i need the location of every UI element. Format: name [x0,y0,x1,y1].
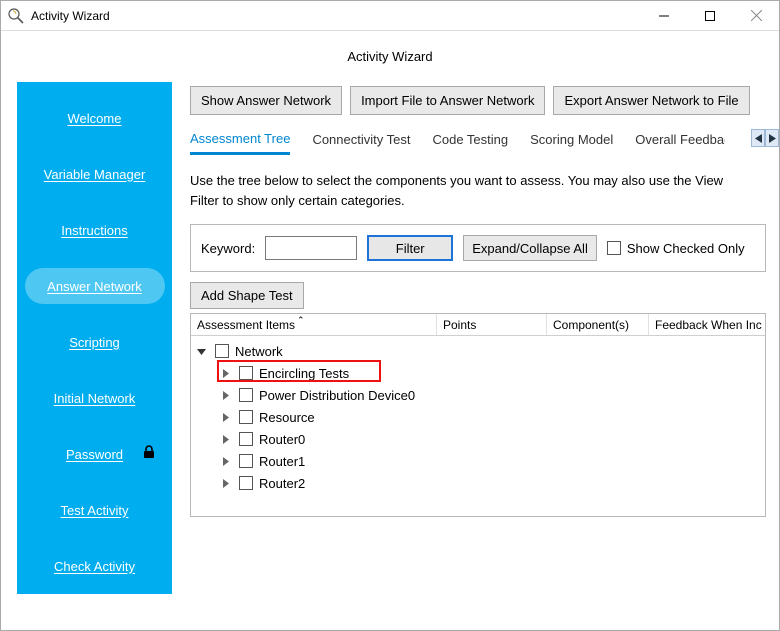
app-icon [7,7,25,25]
maximize-button[interactable] [687,1,733,31]
assessment-tree-grid: Assessment Items ⌃ Points Component(s) F… [190,313,766,517]
sidebar-item-welcome[interactable]: Welcome [25,100,165,136]
tree-node-network[interactable]: Network [197,340,765,362]
chevron-right-icon[interactable] [221,457,233,466]
keyword-label: Keyword: [201,241,255,256]
expand-collapse-button[interactable]: Expand/Collapse All [463,235,597,261]
node-checkbox[interactable] [239,432,253,446]
window-title: Activity Wizard [31,9,641,23]
sidebar: Welcome Variable Manager Instructions An… [17,82,172,594]
tree-node-encircling-tests[interactable]: Encircling Tests [221,362,765,384]
export-file-button[interactable]: Export Answer Network to File [553,86,749,115]
node-label: Router0 [259,432,305,447]
tab-code-testing[interactable]: Code Testing [432,132,508,153]
column-points[interactable]: Points [437,314,547,335]
show-checked-only-label: Show Checked Only [627,241,745,256]
show-answer-network-button[interactable]: Show Answer Network [190,86,342,115]
chevron-right-icon[interactable] [221,391,233,400]
tree-node-resource[interactable]: Resource [221,406,765,428]
description-text: Use the tree below to select the compone… [190,171,750,210]
node-checkbox[interactable] [239,476,253,490]
filter-panel: Keyword: Filter Expand/Collapse All Show… [190,224,766,272]
window-controls [641,1,779,31]
show-checked-only-checkbox[interactable]: Show Checked Only [607,241,745,256]
node-label: Power Distribution Device0 [259,388,415,403]
node-label: Network [235,344,283,359]
tab-scroll-left-button[interactable] [751,129,765,147]
tab-assessment-tree[interactable]: Assessment Tree [190,131,290,155]
lock-icon [141,444,157,460]
node-label: Resource [259,410,315,425]
sort-ascending-icon: ⌃ [297,315,305,326]
tree-node-router0[interactable]: Router0 [221,428,765,450]
column-assessment-items[interactable]: Assessment Items ⌃ [191,314,437,335]
tree-node-router2[interactable]: Router2 [221,472,765,494]
node-label: Router1 [259,454,305,469]
tab-scroll-right-button[interactable] [765,129,779,147]
tab-bar: Assessment Tree Connectivity Test Code T… [190,129,779,157]
chevron-right-icon[interactable] [221,369,233,378]
minimize-button[interactable] [641,1,687,31]
sidebar-item-test-activity[interactable]: Test Activity [25,492,165,528]
chevron-down-icon[interactable] [197,347,209,356]
sidebar-item-password[interactable]: Password [25,436,165,472]
node-label: Router2 [259,476,305,491]
filter-button[interactable]: Filter [367,235,453,261]
chevron-right-icon[interactable] [221,479,233,488]
checkbox-icon [607,241,621,255]
grid-header: Assessment Items ⌃ Points Component(s) F… [191,314,765,336]
node-checkbox[interactable] [215,344,229,358]
keyword-input[interactable] [265,236,357,260]
page-title: Activity Wizard [1,31,779,74]
chevron-right-icon[interactable] [221,435,233,444]
node-checkbox[interactable] [239,388,253,402]
node-checkbox[interactable] [239,410,253,424]
tab-connectivity-test[interactable]: Connectivity Test [312,132,410,153]
close-button[interactable] [733,1,779,31]
node-label: Encircling Tests [259,366,349,381]
main-panel: Show Answer Network Import File to Answe… [172,74,779,629]
sidebar-item-check-activity[interactable]: Check Activity [25,548,165,584]
sidebar-item-answer-network[interactable]: Answer Network [25,268,165,304]
sidebar-item-variable-manager[interactable]: Variable Manager [25,156,165,192]
tree-node-router1[interactable]: Router1 [221,450,765,472]
chevron-right-icon[interactable] [221,413,233,422]
node-checkbox[interactable] [239,454,253,468]
column-feedback[interactable]: Feedback When Inc [649,314,765,335]
sidebar-item-scripting[interactable]: Scripting [25,324,165,360]
grid-body: Network Encircling Tests [191,336,765,494]
sidebar-item-initial-network[interactable]: Initial Network [25,380,165,416]
sidebar-item-instructions[interactable]: Instructions [25,212,165,248]
add-shape-test-button[interactable]: Add Shape Test [190,282,304,309]
tab-scoring-model[interactable]: Scoring Model [530,132,613,153]
tab-overall-feedback[interactable]: Overall Feedback [635,132,725,153]
import-file-button[interactable]: Import File to Answer Network [350,86,545,115]
tree-node-power-distribution[interactable]: Power Distribution Device0 [221,384,765,406]
window-titlebar: Activity Wizard [1,1,779,31]
node-checkbox[interactable] [239,366,253,380]
column-components[interactable]: Component(s) [547,314,649,335]
